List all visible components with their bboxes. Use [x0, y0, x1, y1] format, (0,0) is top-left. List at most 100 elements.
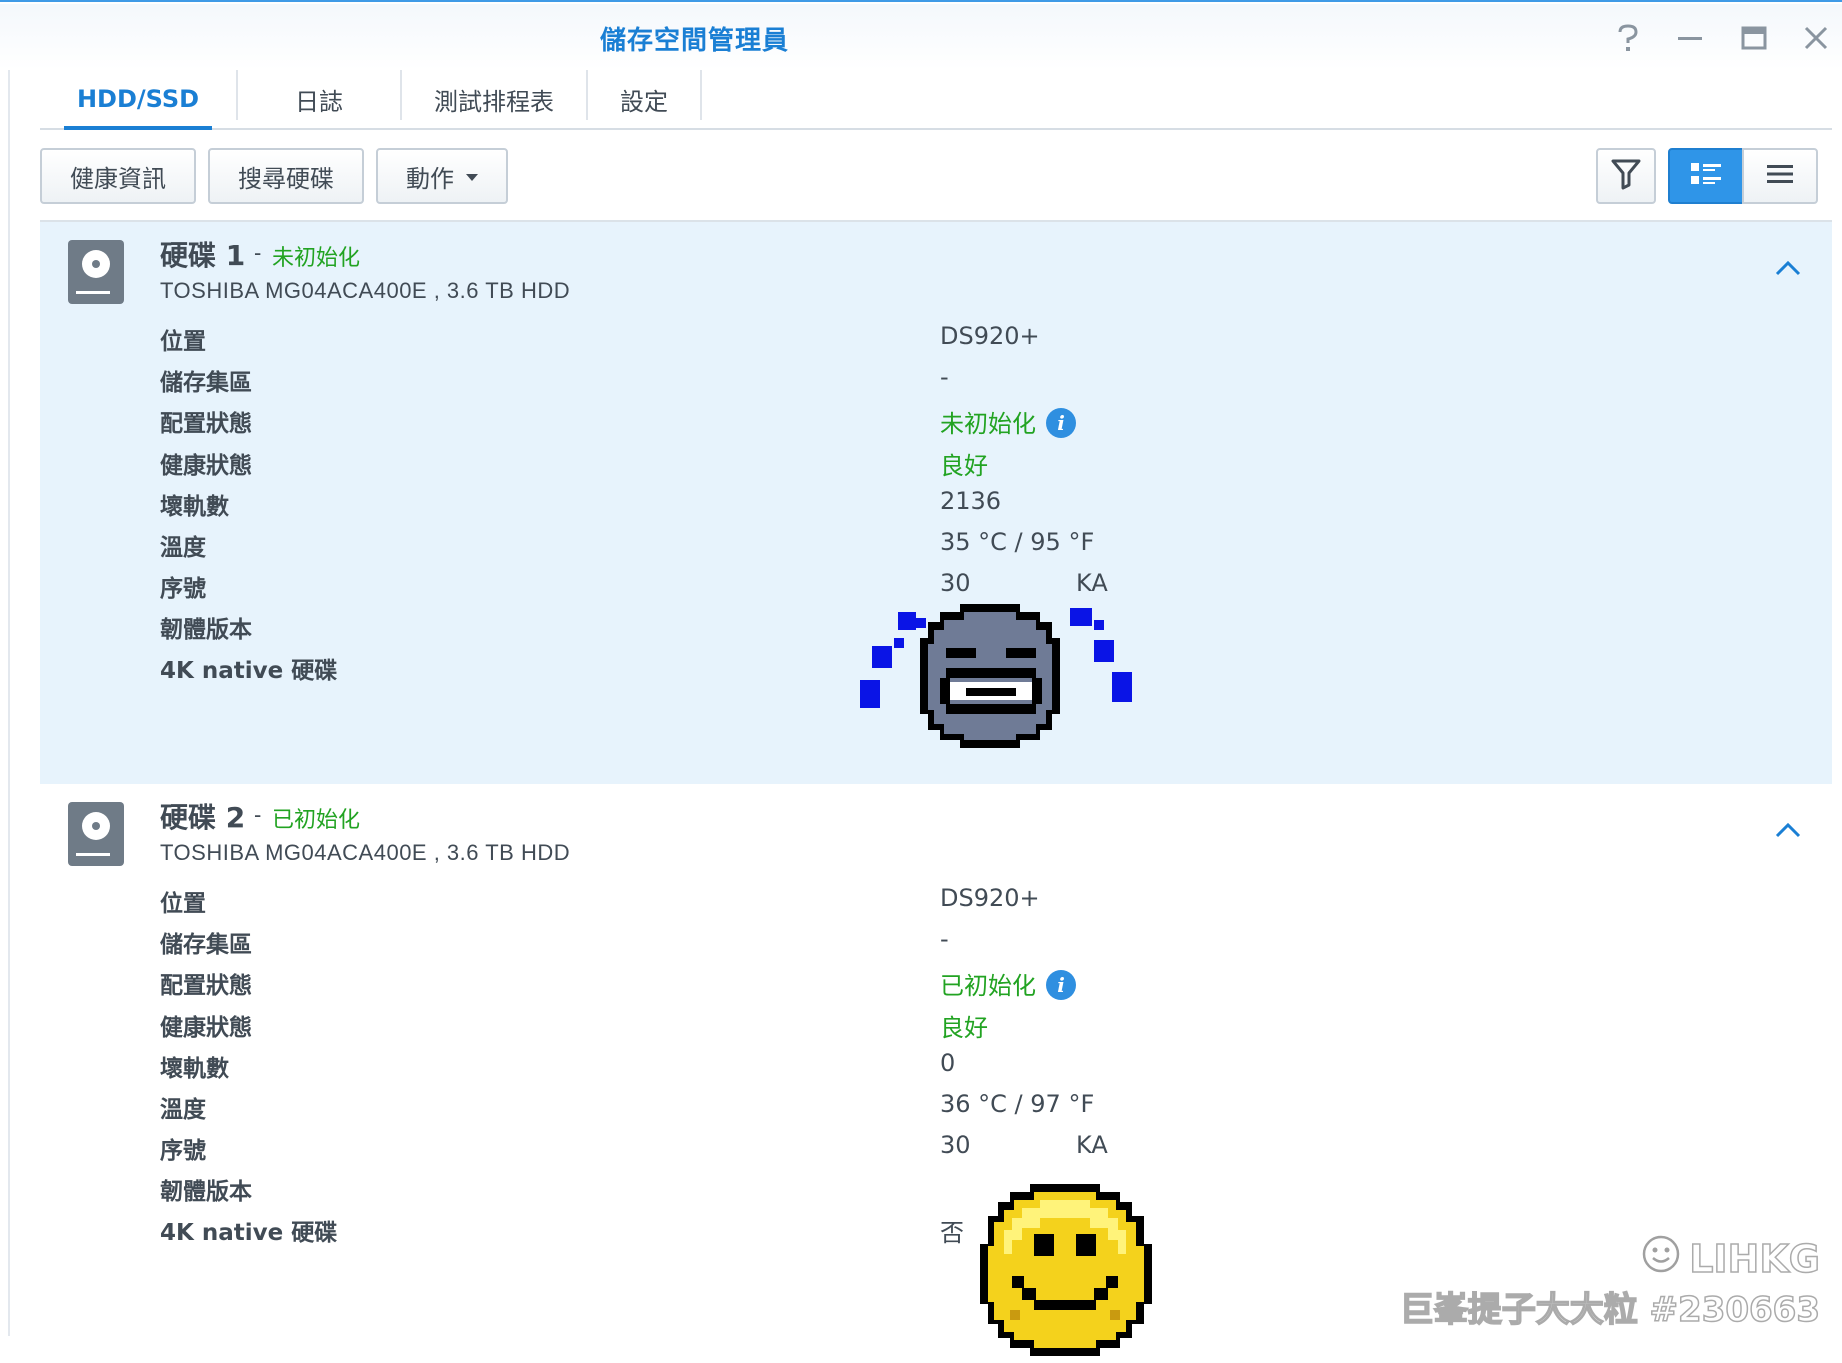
- question-icon[interactable]: [1608, 18, 1648, 58]
- detail-label: 配置狀態: [160, 973, 252, 999]
- disk-name-separator: -: [254, 802, 262, 827]
- caret-down-icon: [466, 174, 478, 181]
- detail-label: 配置狀態: [160, 411, 252, 437]
- detail-value: DS920+: [940, 322, 1040, 350]
- detail-row-location: 位置 DS920+: [160, 884, 1760, 924]
- list-view-icon: [1765, 162, 1795, 191]
- tab-bar: HDD/SSD 日誌 測試排程表 設定: [40, 70, 1832, 130]
- info-icon[interactable]: i: [1046, 970, 1076, 1000]
- detail-row-bad-sectors: 壞軌數 2136: [160, 487, 1760, 527]
- detail-label: 儲存集區: [160, 932, 252, 958]
- detail-value: 良好: [940, 1014, 988, 1042]
- watermark-caption: 巨峯提子大大粒 #230663: [1399, 1289, 1821, 1331]
- window-title: 儲存空間管理員: [600, 26, 790, 56]
- detail-value-tail: KA: [1076, 569, 1108, 597]
- detail-label: 健康狀態: [160, 1015, 252, 1041]
- detail-label: 序號: [160, 576, 206, 602]
- smile-icon: [1641, 1234, 1681, 1283]
- detail-row-health-status: 健康狀態 良好: [160, 446, 1760, 486]
- collapse-chevron-icon[interactable]: [1774, 820, 1802, 840]
- detail-label: 序號: [160, 1138, 206, 1164]
- detail-row-firmware: 韌體版本: [160, 1172, 1760, 1212]
- health-info-label: 健康資訊: [70, 164, 166, 193]
- watermark-brand: LIHKG: [1688, 1236, 1820, 1282]
- detail-label: 健康狀態: [160, 453, 252, 479]
- detail-value: 已初始化: [940, 972, 1036, 1000]
- detail-row-health-status: 健康狀態 良好: [160, 1008, 1760, 1048]
- detail-value: -: [940, 363, 949, 391]
- detail-label: 溫度: [160, 535, 206, 561]
- detail-view-button[interactable]: [1668, 148, 1744, 204]
- detail-label: 溫度: [160, 1097, 206, 1123]
- filter-button[interactable]: [1596, 148, 1656, 204]
- detail-row-allocation-status: 配置狀態 未初始化 i: [160, 404, 1760, 444]
- detail-view-icon: [1689, 161, 1723, 192]
- tab-test-schedule[interactable]: 測試排程表: [402, 70, 586, 128]
- list-view-button[interactable]: [1742, 148, 1818, 204]
- detail-label: 壞軌數: [160, 1056, 229, 1082]
- detail-value: 0: [940, 1049, 956, 1077]
- disk-status: 未初始化: [272, 246, 361, 271]
- disk-model: TOSHIBA MG04ACA400E , 3.6 TB HDD: [160, 278, 571, 303]
- crying-emoji-sticker: [860, 604, 1140, 769]
- detail-value-tail: KA: [1076, 1131, 1108, 1159]
- tab-divider: [700, 70, 702, 120]
- hdd-icon: [68, 802, 124, 866]
- left-border: [8, 70, 10, 1336]
- disk-card[interactable]: 硬碟 1 - 未初始化 TOSHIBA MG04ACA400E , 3.6 TB…: [40, 222, 1832, 784]
- tab-hdd-ssd[interactable]: HDD/SSD: [40, 70, 236, 130]
- tab-log[interactable]: 日誌: [238, 70, 400, 128]
- detail-value-wrap: 已初始化 i: [940, 966, 1076, 1002]
- detail-value-wrap: 未初始化 i: [940, 404, 1076, 440]
- detail-value: 未初始化: [940, 410, 1036, 438]
- disk-list: 硬碟 1 - 未初始化 TOSHIBA MG04ACA400E , 3.6 TB…: [40, 220, 1832, 1356]
- disk-name: 硬碟 1: [160, 239, 246, 272]
- detail-label: 位置: [160, 891, 206, 917]
- detail-value: -: [940, 925, 949, 953]
- detail-value: 良好: [940, 452, 988, 480]
- disk-name-separator: -: [254, 240, 262, 265]
- disk-status: 已初始化: [272, 808, 361, 833]
- detail-label: 韌體版本: [160, 1179, 252, 1205]
- detail-row-location: 位置 DS920+: [160, 322, 1760, 362]
- maximize-icon[interactable]: [1734, 18, 1774, 58]
- detail-row-serial: 序號 30 KA: [160, 569, 1760, 609]
- lihkg-watermark: LIHKG: [1641, 1234, 1821, 1283]
- detail-label: 位置: [160, 329, 206, 355]
- detail-row-storage-pool: 儲存集區 -: [160, 925, 1760, 965]
- disk-model: TOSHIBA MG04ACA400E , 3.6 TB HDD: [160, 840, 571, 865]
- detail-row-temperature: 溫度 36 °C / 97 °F: [160, 1090, 1760, 1130]
- detail-row-4k-native: 4K native 硬碟 否: [160, 1213, 1760, 1253]
- filter-icon: [1611, 158, 1641, 195]
- storage-manager-window: 儲存空間管理員 HDD/SSD 日誌 測試排程表 設定 健康資訊 搜尋硬碟 動作…: [0, 0, 1842, 1356]
- detail-label: 儲存集區: [160, 370, 252, 396]
- find-disk-label: 搜尋硬碟: [238, 164, 334, 193]
- detail-row-temperature: 溫度 35 °C / 95 °F: [160, 528, 1760, 568]
- disk-card[interactable]: 硬碟 2 - 已初始化 TOSHIBA MG04ACA400E , 3.6 TB…: [40, 784, 1832, 1356]
- minimize-icon[interactable]: [1670, 18, 1710, 58]
- detail-label: 4K native 硬碟: [160, 658, 338, 684]
- disk-name: 硬碟 2: [160, 801, 246, 834]
- detail-value: 30: [940, 1131, 971, 1159]
- detail-value: 否: [940, 1219, 964, 1247]
- detail-row-allocation-status: 配置狀態 已初始化 i: [160, 966, 1760, 1006]
- health-info-button[interactable]: 健康資訊: [40, 148, 196, 204]
- detail-row-serial: 序號 30 KA: [160, 1131, 1760, 1171]
- find-disk-button[interactable]: 搜尋硬碟: [208, 148, 364, 204]
- toolbar: 健康資訊 搜尋硬碟 動作: [40, 148, 1832, 204]
- detail-value: 2136: [940, 487, 1002, 515]
- action-label: 動作: [406, 164, 454, 193]
- detail-label: 壞軌數: [160, 494, 229, 520]
- title-bar[interactable]: 儲存空間管理員: [0, 4, 1842, 70]
- tab-settings[interactable]: 設定: [588, 70, 700, 128]
- detail-row-storage-pool: 儲存集區 -: [160, 363, 1760, 403]
- info-icon[interactable]: i: [1046, 408, 1076, 438]
- close-icon[interactable]: [1796, 18, 1836, 58]
- action-dropdown-button[interactable]: 動作: [376, 148, 508, 204]
- detail-label: 韌體版本: [160, 617, 252, 643]
- collapse-chevron-icon[interactable]: [1774, 258, 1802, 278]
- detail-value: 30: [940, 569, 971, 597]
- detail-row-bad-sectors: 壞軌數 0: [160, 1049, 1760, 1089]
- detail-value: 36 °C / 97 °F: [940, 1090, 1095, 1118]
- hdd-icon: [68, 240, 124, 304]
